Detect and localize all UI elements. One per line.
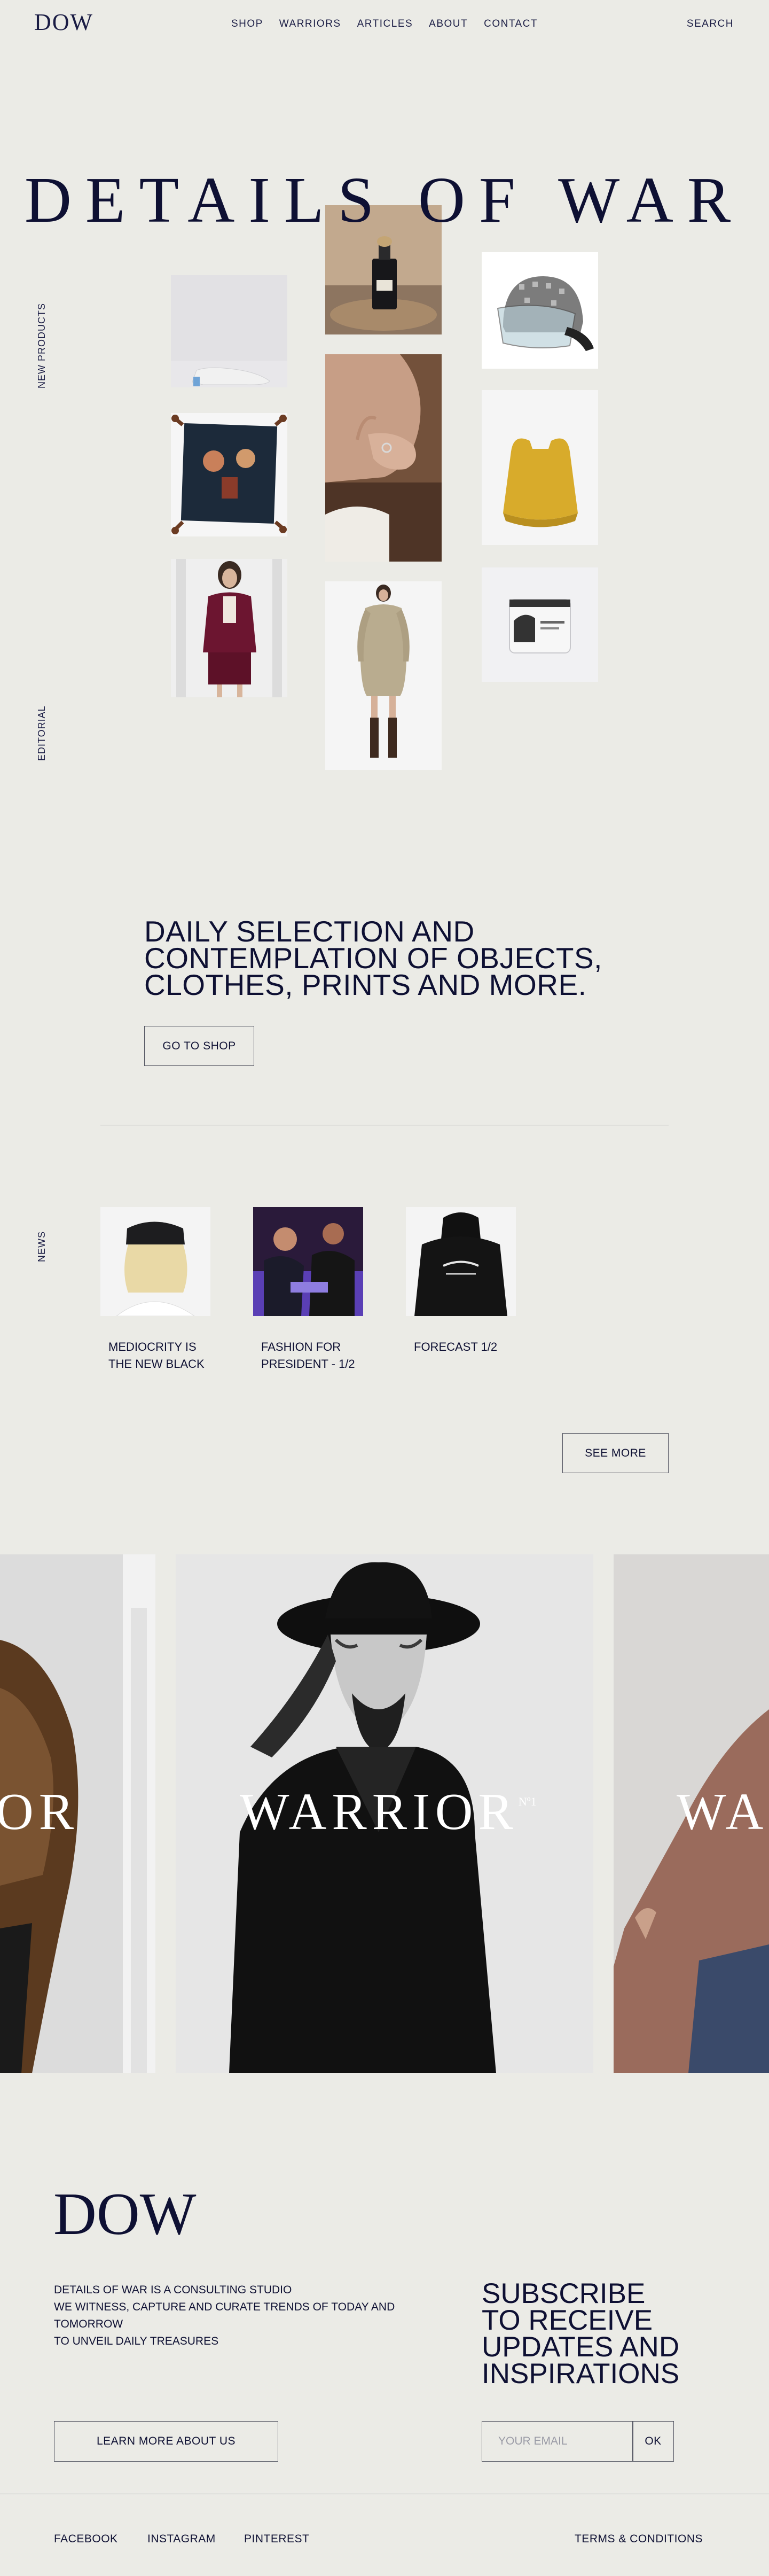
about-text: DETAILS OF WAR IS A CONSULTING STUDIO WE… [54,2282,395,2350]
tagline-line-1: DAILY SELECTION AND [144,915,475,948]
scarf-image [171,413,287,536]
jacket-image [171,559,287,697]
product-knit-dress[interactable] [325,581,442,770]
warrior-right-title: WA [677,1783,769,1841]
about-line-1: DETAILS OF WAR IS A CONSULTING STUDIO [54,2284,292,2296]
news-thumb-fashion-president [253,1207,363,1316]
news-title[interactable]: FASHION FOR PRESIDENT - 1/2 [253,1338,363,1373]
news-title[interactable]: FORECAST 1/2 [406,1338,516,1356]
nav-warriors[interactable]: WARRIORS [279,18,341,30]
subscribe-heading: SUBSCRIBE TO RECEIVE UPDATES AND INSPIRA… [482,2278,680,2390]
subscribe-line-1: SUBSCRIBE [482,2278,646,2309]
go-to-shop-button[interactable]: GO TO SHOP [144,1026,254,1066]
news-item[interactable]: FORECAST 1/2 [406,1207,516,1356]
email-field-wrapper [482,2421,633,2462]
product-yellow-bag[interactable] [482,390,598,545]
see-more-button[interactable]: SEE MORE [562,1433,669,1473]
product-candle[interactable] [482,567,598,682]
warrior-center-title: WARRIORNº1 [240,1782,537,1842]
warrior-left-title: OR [0,1783,80,1841]
news-item[interactable]: MEDIOCRITY IS THE NEW BLACK [100,1207,210,1373]
hand-image [325,354,442,562]
main-nav: SHOP WARRIORS ARTICLES ABOUT CONTACT [0,18,769,30]
email-input[interactable] [482,2422,633,2461]
nav-about[interactable]: ABOUT [429,18,468,30]
news-title[interactable]: MEDIOCRITY IS THE NEW BLACK [100,1338,210,1373]
helmet-image [482,252,598,369]
product-jacket[interactable] [171,559,287,697]
warrior-center-word: WARRIOR [240,1783,519,1841]
tagline-line-3: CLOTHES, PRINTS AND MORE. [144,968,587,1001]
editorial-hand[interactable] [325,354,442,562]
nav-shop[interactable]: SHOP [231,18,263,30]
footer-link-terms[interactable]: TERMS & CONDITIONS [575,2533,703,2546]
product-scarf[interactable] [171,413,287,536]
nav-contact[interactable]: CONTACT [484,18,538,30]
subscribe-line-2: TO RECEIVE [482,2305,653,2336]
product-shoe[interactable] [171,275,287,387]
news-thumb-mediocrity [100,1207,210,1316]
yellow-bag-image [482,390,598,545]
about-line-4: TO UNVEIL DAILY TREASURES [54,2335,219,2347]
about-line-3: TOMORROW [54,2318,123,2330]
about-line-2: WE WITNESS, CAPTURE AND CURATE TRENDS OF… [54,2301,395,2313]
shoe-image [171,275,287,387]
warrior-slide-left[interactable]: OR [0,1554,155,2073]
product-helmet[interactable] [482,252,598,369]
side-label-editorial: EDITORIAL [36,705,47,761]
candle-image [482,567,598,682]
learn-more-button[interactable]: LEARN MORE ABOUT US [54,2421,278,2462]
footer-logo[interactable]: DOW [53,2180,196,2249]
subscribe-ok-button[interactable]: OK [632,2421,674,2462]
knit-dress-image [325,581,442,770]
subscribe-line-3: UPDATES AND [482,2331,680,2363]
news-item[interactable]: FASHION FOR PRESIDENT - 1/2 [253,1207,363,1373]
footer-link-pinterest[interactable]: PINTEREST [244,2533,309,2546]
subscribe-line-4: INSPIRATIONS [482,2358,680,2390]
side-label-new-products: NEW PRODUCTS [36,303,47,388]
footer-link-facebook[interactable]: FACEBOOK [54,2533,118,2546]
tagline-line-2: CONTEMPLATION OF OBJECTS, [144,941,602,975]
footer-link-instagram[interactable]: INSTAGRAM [147,2533,216,2546]
search-link[interactable]: SEARCH [687,18,734,30]
warrior-slide-right[interactable]: WA [614,1554,769,2073]
warrior-number: Nº1 [518,1795,537,1808]
tagline: DAILY SELECTION AND CONTEMPLATION OF OBJ… [144,915,602,1001]
hero-title: DETAILS OF WAR [24,164,745,236]
side-label-news: NEWS [36,1231,47,1262]
news-thumb-forecast [406,1207,516,1316]
warrior-slide-center[interactable]: WARRIORNº1 [176,1554,593,2073]
nav-articles[interactable]: ARTICLES [357,18,413,30]
